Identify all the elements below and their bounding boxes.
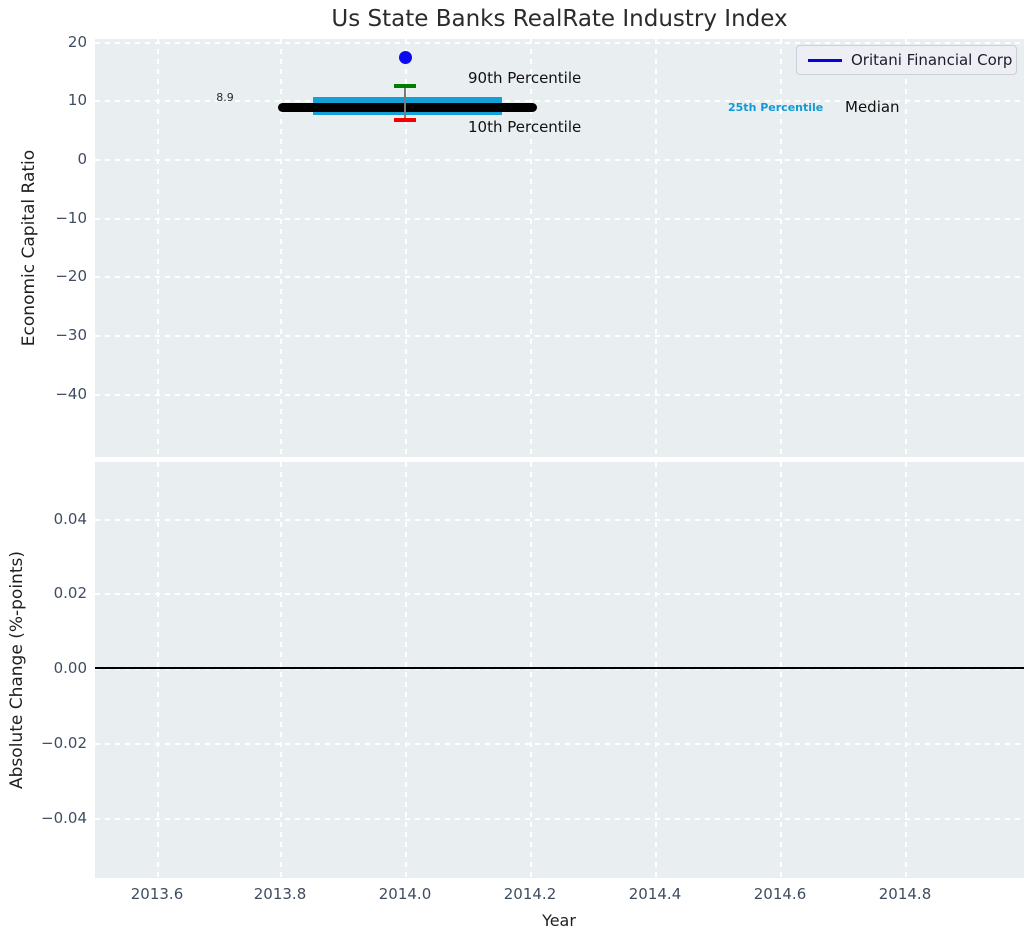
gridline <box>95 42 1024 44</box>
figure: Us State Banks RealRate Industry Index 8… <box>0 0 1034 942</box>
gridline <box>405 462 407 878</box>
xtick: 2014.4 <box>610 886 700 902</box>
percentile-90-label: 90th Percentile <box>468 69 581 87</box>
median-label: Median <box>845 98 900 116</box>
company-data-point <box>399 51 412 64</box>
top-y-axis-label: Economic Capital Ratio <box>19 68 41 428</box>
xtick: 2014.8 <box>860 886 950 902</box>
xtick: 2013.8 <box>235 886 325 902</box>
gridline <box>95 519 1024 521</box>
chart-title: Us State Banks RealRate Industry Index <box>95 6 1024 32</box>
ytick: 20 <box>0 34 87 50</box>
ytick: −30 <box>0 327 87 343</box>
gridline <box>95 818 1024 820</box>
zero-change-line <box>95 667 1024 669</box>
percentile-25-label: 25th Percentile <box>728 99 823 117</box>
gridline <box>905 462 907 878</box>
bottom-plot-area <box>95 462 1024 878</box>
gridline <box>157 462 159 878</box>
gridline <box>95 335 1024 337</box>
ytick: 10 <box>0 92 87 108</box>
median-value-label: 8.9 <box>210 89 240 107</box>
gridline <box>780 462 782 878</box>
legend: Oritani Financial Corp <box>796 45 1017 75</box>
bottom-y-axis-label: Absolute Change (%-points) <box>7 490 29 850</box>
errorbar-stem <box>404 86 406 120</box>
gridline <box>95 276 1024 278</box>
percentile-90-cap <box>394 84 416 88</box>
median-line <box>278 103 537 112</box>
legend-label: Oritani Financial Corp <box>851 51 1012 69</box>
percentile-10-label: 10th Percentile <box>468 118 581 136</box>
x-axis-label: Year <box>459 911 659 930</box>
ytick: −40 <box>0 386 87 402</box>
percentile-10-cap <box>394 118 416 122</box>
xtick: 2014.0 <box>360 886 450 902</box>
gridline <box>95 159 1024 161</box>
gridline <box>95 218 1024 220</box>
ytick: 0 <box>0 151 87 167</box>
gridline <box>530 462 532 878</box>
gridline <box>655 462 657 878</box>
xtick: 2013.6 <box>112 886 202 902</box>
gridline <box>95 743 1024 745</box>
gridline <box>95 394 1024 396</box>
gridline <box>95 593 1024 595</box>
gridline <box>280 462 282 878</box>
xtick: 2014.2 <box>485 886 575 902</box>
ytick: −20 <box>0 268 87 284</box>
xtick: 2014.6 <box>735 886 825 902</box>
ytick: −10 <box>0 210 87 226</box>
legend-line-sample <box>808 59 842 62</box>
